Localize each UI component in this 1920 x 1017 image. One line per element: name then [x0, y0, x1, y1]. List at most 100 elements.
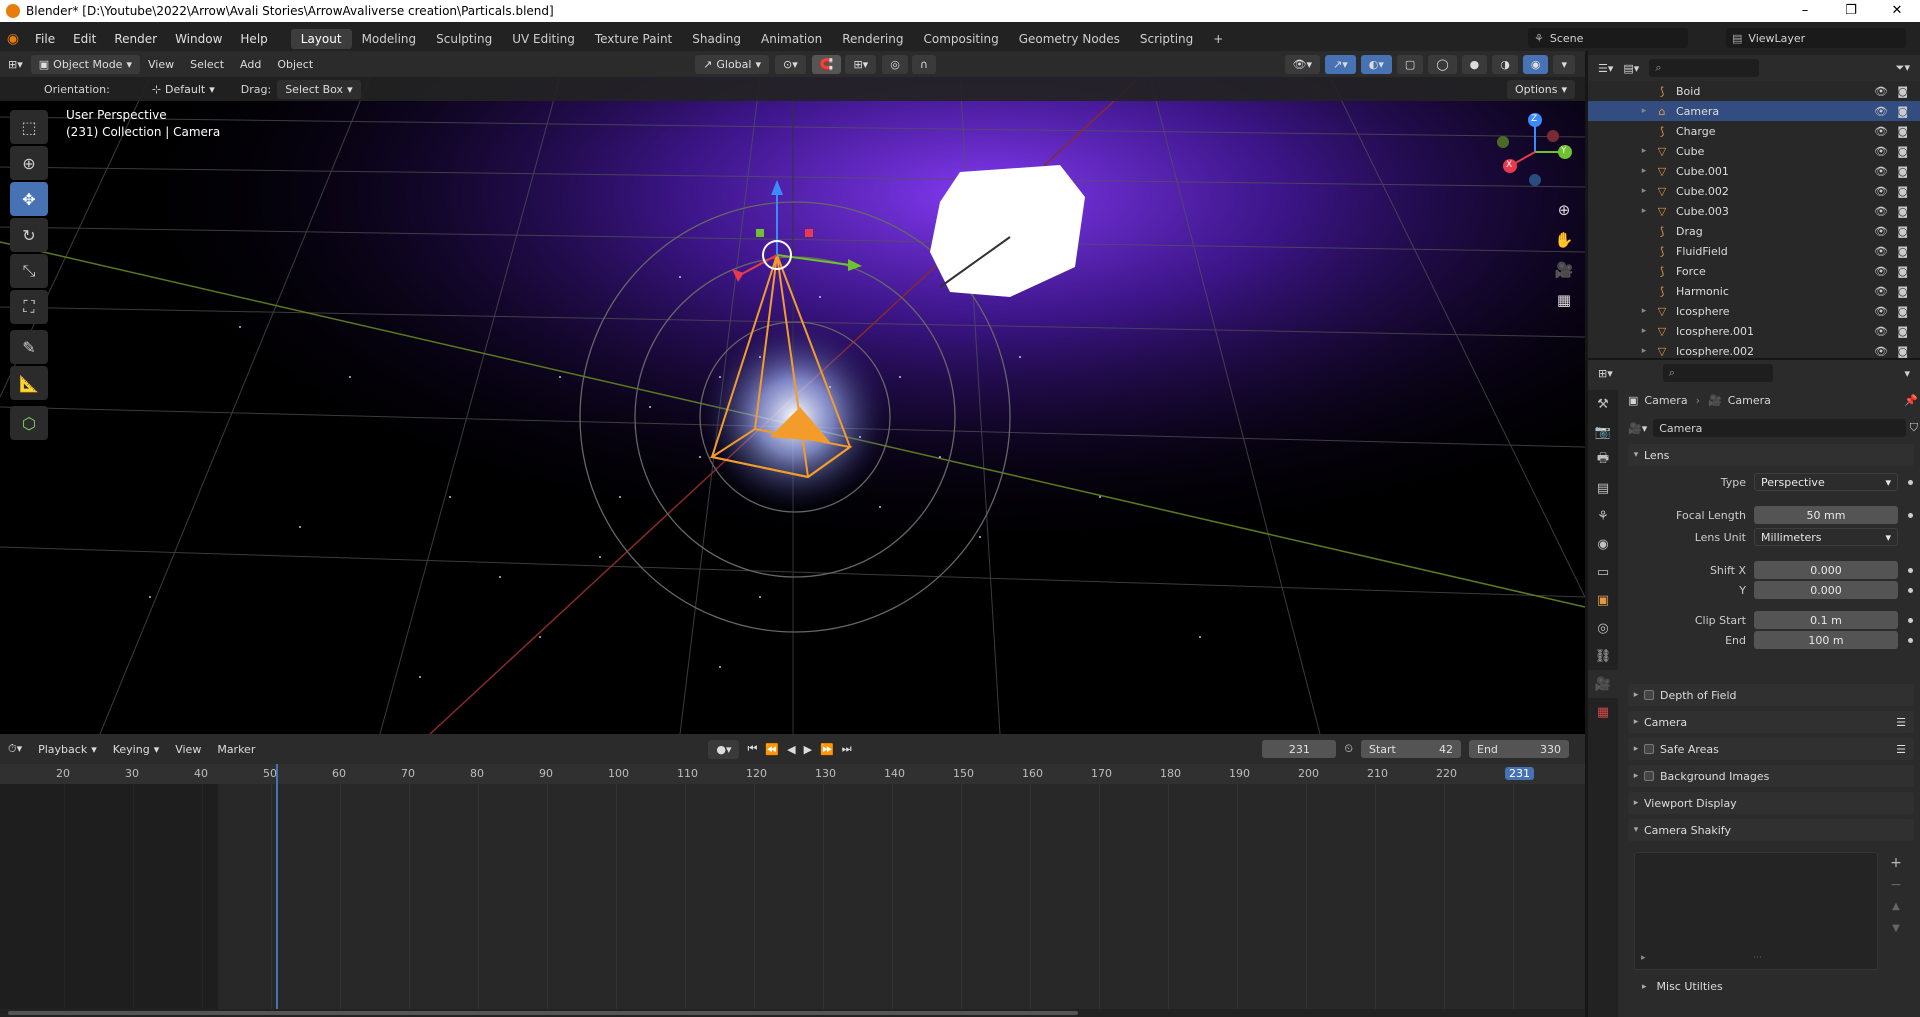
render-camera-icon[interactable]: ◙	[1897, 165, 1908, 178]
eye-icon[interactable]: 👁	[1874, 145, 1888, 158]
type-dropdown[interactable]: Perspective ▾	[1754, 473, 1898, 491]
expand-arrow-icon[interactable]: ▸	[1638, 106, 1650, 116]
render-tab-icon[interactable]: 📷	[1588, 418, 1618, 446]
focal-length-field[interactable]: 50 mm	[1754, 506, 1898, 524]
end-frame-field[interactable]: End 330	[1469, 740, 1569, 758]
clip-end-field[interactable]: 100 m	[1754, 631, 1898, 649]
timeline-marker-menu[interactable]: Marker	[209, 743, 263, 756]
physics-tab-icon[interactable]: ◎	[1588, 614, 1618, 642]
tab-uv-editing[interactable]: UV Editing	[502, 29, 585, 49]
collection-tab-icon[interactable]: ▭	[1588, 558, 1618, 586]
expand-arrow-icon[interactable]: ▸	[1638, 306, 1650, 316]
animate-dot-icon[interactable]	[1908, 567, 1913, 573]
eye-icon[interactable]: 👁	[1874, 325, 1888, 338]
rotate-tool-icon[interactable]: ↻	[10, 218, 48, 252]
animate-dot-icon[interactable]	[1908, 637, 1913, 643]
viewport-menu-select[interactable]: Select	[182, 58, 232, 71]
outliner-row[interactable]: ▸ ▽ Cube.003 👁 ◙	[1588, 201, 1920, 221]
falloff-icon[interactable]: ∩	[911, 54, 936, 74]
pin-icon[interactable]: 📌	[1904, 394, 1918, 407]
outliner-row[interactable]: ⟆ Charge 👁 ◙	[1588, 121, 1920, 141]
menu-file[interactable]: File	[26, 32, 64, 46]
constraints-tab-icon[interactable]: ⛓	[1588, 642, 1618, 670]
play-icon[interactable]: ▶	[804, 743, 812, 756]
eye-icon[interactable]: 👁	[1874, 165, 1888, 178]
rendered-shading-icon[interactable]: ◉	[1522, 54, 1549, 74]
outliner-row[interactable]: ▸ ▽ Cube.002 👁 ◙	[1588, 181, 1920, 201]
eye-icon[interactable]: 👁	[1874, 85, 1888, 98]
zoom-icon[interactable]: ⊕	[1552, 195, 1576, 225]
expand-arrow-icon[interactable]: ▸	[1638, 346, 1650, 356]
pivot-point-icon[interactable]: ⊙▾	[775, 54, 806, 74]
list-resize-handle-icon[interactable]: ⋯	[1753, 953, 1762, 963]
measure-tool-icon[interactable]: 📐	[10, 366, 48, 400]
jump-end-icon[interactable]: ⏭	[842, 742, 852, 756]
editor-type-icon[interactable]: ⊞▾	[0, 58, 31, 71]
preview-range-clock-icon[interactable]: ⏲	[1344, 742, 1353, 756]
cursor-tool-icon[interactable]: ⊕	[10, 146, 48, 180]
transform-orientation-dropdown[interactable]: ↗ Global ▾	[695, 54, 769, 74]
tab-animation[interactable]: Animation	[751, 29, 832, 49]
lens-unit-dropdown[interactable]: Millimeters ▾	[1754, 528, 1898, 546]
eye-icon[interactable]: 👁	[1874, 345, 1888, 358]
snap-target-icon[interactable]: ⊞▾	[845, 54, 877, 74]
output-tab-icon[interactable]: 🖶	[1588, 446, 1618, 474]
3d-viewport[interactable]: Orientation: ⊹ Default ▾ Drag: Select Box…	[0, 77, 1585, 734]
outliner-editor-icon[interactable]: ☰▾	[1598, 62, 1613, 75]
datablock-name[interactable]: Camera	[1653, 419, 1906, 437]
scale-tool-icon[interactable]: ⤡	[10, 254, 48, 288]
list-expand-icon[interactable]: ▸	[1641, 953, 1646, 963]
outliner-row[interactable]: ⟆ Boid 👁 ◙	[1588, 81, 1920, 101]
render-camera-icon[interactable]: ◙	[1897, 225, 1908, 238]
tab-compositing[interactable]: Compositing	[913, 29, 1008, 49]
timeline-editor-icon[interactable]: ⏱▾	[0, 742, 30, 756]
render-camera-icon[interactable]: ◙	[1897, 245, 1908, 258]
keying-menu[interactable]: Keying ▾	[105, 740, 167, 759]
clip-start-field[interactable]: 0.1 m	[1754, 611, 1898, 629]
depth-of-field-panel[interactable]: ▸ Depth of Field	[1628, 684, 1914, 706]
fake-user-shield-icon[interactable]: ⛉	[1910, 421, 1918, 435]
misc-utilities-subpanel[interactable]: ▸ Misc Utilties	[1642, 980, 1723, 993]
properties-editor-icon[interactable]: ⊞▾	[1598, 367, 1613, 380]
transform-tool-icon[interactable]: ⛶	[10, 290, 48, 324]
background-images-checkbox[interactable]	[1644, 771, 1654, 781]
animate-dot-icon[interactable]	[1908, 479, 1913, 485]
tab-geometry-nodes[interactable]: Geometry Nodes	[1009, 29, 1130, 49]
tab-rendering[interactable]: Rendering	[832, 29, 913, 49]
list-remove-icon[interactable]: −	[1886, 874, 1906, 896]
menu-edit[interactable]: Edit	[64, 32, 105, 46]
presets-list-icon[interactable]: ☰	[1896, 743, 1906, 756]
outliner-row[interactable]: ⟆ Harmonic 👁 ◙	[1588, 281, 1920, 301]
scene-tab-icon[interactable]: ⚘	[1588, 502, 1618, 530]
scene-selector[interactable]: ⚘ Scene	[1528, 28, 1688, 48]
menu-window[interactable]: Window	[166, 32, 231, 46]
area-divider[interactable]	[1585, 51, 1588, 1017]
render-camera-icon[interactable]: ◙	[1897, 85, 1908, 98]
presets-list-icon[interactable]: ☰	[1896, 716, 1906, 729]
wireframe-shading-icon[interactable]: ◯	[1428, 54, 1457, 74]
camera-data-tab-icon[interactable]: 🎥	[1588, 670, 1618, 698]
outliner-row[interactable]: ▸ ▽ Cube.001 👁 ◙	[1588, 161, 1920, 181]
navigation-gizmo[interactable]: Z Y X	[1495, 112, 1575, 192]
eye-icon[interactable]: 👁	[1874, 185, 1888, 198]
tab-modeling[interactable]: Modeling	[352, 29, 427, 49]
eye-icon[interactable]: 👁	[1874, 265, 1888, 278]
mode-selector[interactable]: ▣ Object Mode ▾	[30, 54, 140, 74]
prev-keyframe-icon[interactable]: ⏪	[765, 743, 779, 756]
snap-icon[interactable]: 🧲	[811, 54, 842, 74]
select-box-tool-icon[interactable]: ⬚	[10, 110, 48, 144]
lens-panel-header[interactable]: ▾ Lens	[1628, 444, 1914, 466]
jump-start-icon[interactable]: ⏮	[747, 742, 757, 756]
render-camera-icon[interactable]: ◙	[1897, 145, 1908, 158]
timeline-scroll-thumb[interactable]	[8, 1011, 1078, 1015]
camera-view-icon[interactable]: 🎥	[1552, 255, 1576, 285]
shading-options-icon[interactable]: ▾	[1553, 54, 1575, 74]
next-keyframe-icon[interactable]: ⏩	[820, 743, 834, 756]
tool-tab-icon[interactable]: ⚒	[1588, 390, 1618, 418]
annotate-tool-icon[interactable]: ✎	[10, 330, 48, 364]
move-tool-icon[interactable]: ✥	[10, 182, 48, 216]
eye-icon[interactable]: 👁	[1874, 105, 1888, 118]
outliner-row[interactable]: ⟆ FluidField 👁 ◙	[1588, 241, 1920, 261]
visibility-icon[interactable]: 👁▾	[1284, 54, 1321, 74]
shift-y-field[interactable]: 0.000	[1754, 581, 1898, 599]
